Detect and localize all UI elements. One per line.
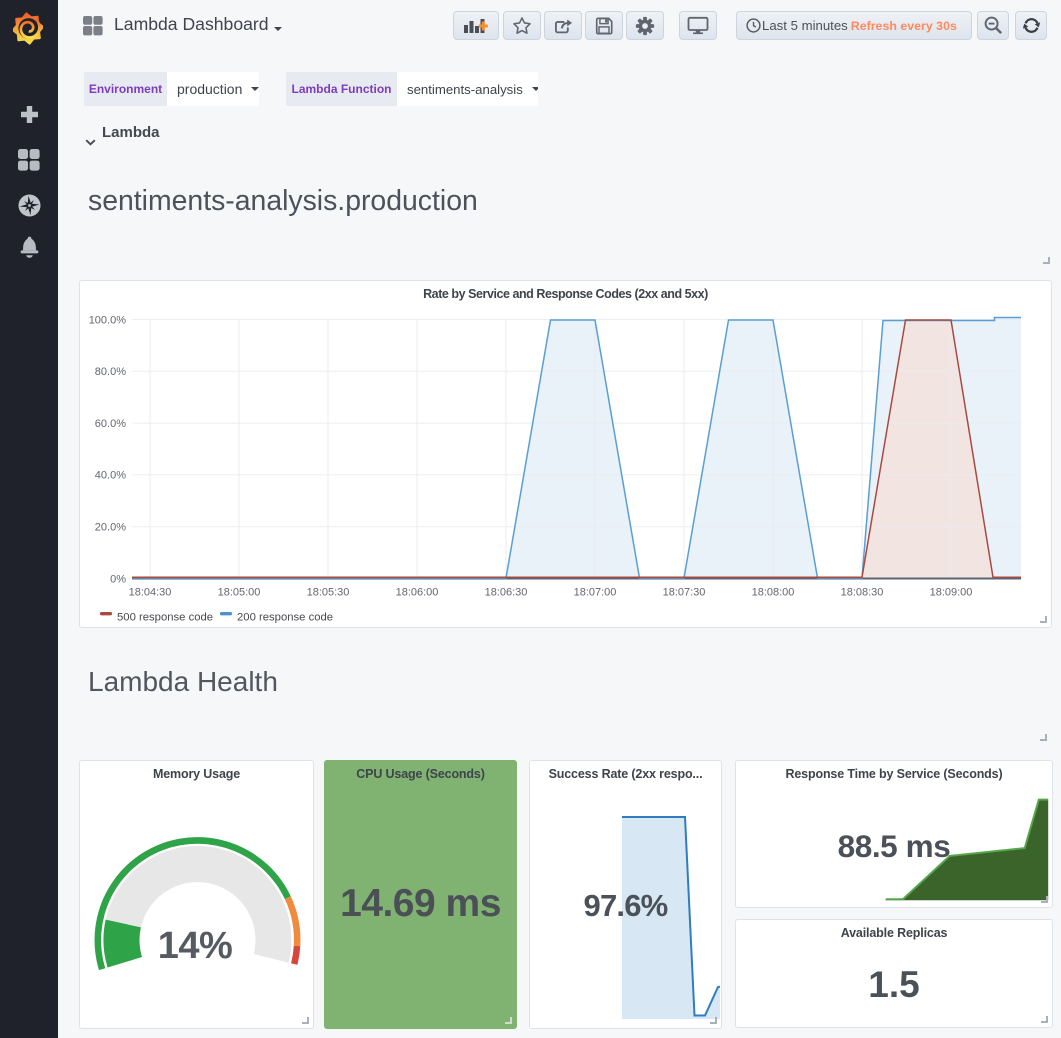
svg-text:18:04:30: 18:04:30 (129, 587, 172, 599)
svg-text:18:08:00: 18:08:00 (752, 587, 795, 599)
svg-text:18:05:30: 18:05:30 (307, 587, 350, 599)
svg-text:18:06:30: 18:06:30 (485, 587, 528, 599)
svg-text:500 response code: 500 response code (117, 612, 213, 624)
svg-text:18:08:30: 18:08:30 (841, 587, 884, 599)
svg-text:80.0%: 80.0% (95, 366, 126, 378)
svg-text:18:06:00: 18:06:00 (396, 587, 439, 599)
svg-text:100.0%: 100.0% (89, 314, 127, 326)
svg-text:18:09:00: 18:09:00 (930, 587, 973, 599)
svg-text:200 response code: 200 response code (237, 612, 333, 624)
svg-text:18:07:00: 18:07:00 (574, 587, 617, 599)
svg-text:20.0%: 20.0% (95, 522, 126, 534)
svg-text:0%: 0% (110, 573, 126, 585)
svg-text:40.0%: 40.0% (95, 470, 126, 482)
svg-text:60.0%: 60.0% (95, 418, 126, 430)
svg-text:18:05:00: 18:05:00 (218, 587, 261, 599)
svg-text:18:07:30: 18:07:30 (663, 587, 706, 599)
